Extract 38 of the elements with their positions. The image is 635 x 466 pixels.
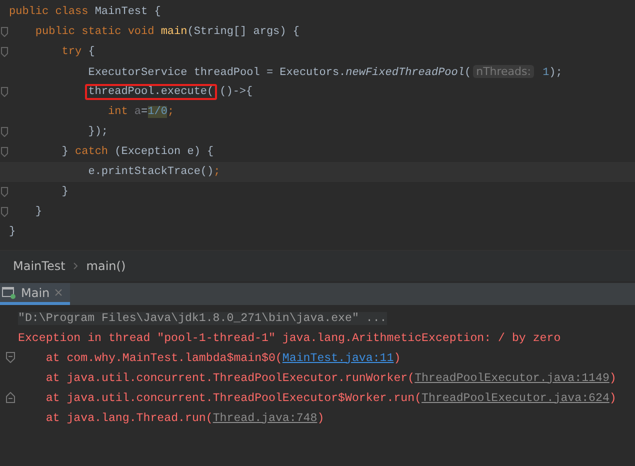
code-line: threadPool.execute( ()->{ xyxy=(9,86,253,98)
fold-marker-icon[interactable] xyxy=(1,127,8,137)
source-link[interactable]: Thread.java:748 xyxy=(212,412,318,424)
source-link[interactable]: ThreadPoolExecutor.java:624 xyxy=(422,392,610,404)
code-line: public class MainTest { xyxy=(9,6,161,18)
fold-marker-icon[interactable] xyxy=(1,207,8,217)
fold-marker-icon[interactable] xyxy=(1,87,8,97)
code-line: } xyxy=(9,226,16,238)
close-icon[interactable] xyxy=(54,289,62,296)
code-line: e.printStackTrace(); xyxy=(87,166,220,178)
code-line: } xyxy=(60,186,68,198)
code-line: } xyxy=(34,206,42,218)
fold-marker-icon[interactable] xyxy=(1,27,8,37)
stack-trace-line: at com.why.MainTest.lambda$main$0(MainTest.java:11) xyxy=(44,352,401,364)
parameter-hint: nThreads: xyxy=(473,65,534,78)
code-line: public static void main(String[] args) { xyxy=(34,26,300,38)
run-tab[interactable]: Main xyxy=(0,283,70,305)
chevron-right-icon xyxy=(73,262,78,270)
console-window-icon xyxy=(2,286,16,299)
code-line: } catch (Exception e) { xyxy=(60,146,214,158)
fold-marker-icon[interactable] xyxy=(6,352,15,363)
breadcrumb-item[interactable]: MainTest xyxy=(13,259,66,273)
code-line: }); xyxy=(87,126,108,138)
fold-marker-icon[interactable] xyxy=(1,187,8,197)
code-line: int a=1/0; xyxy=(107,106,174,118)
source-link[interactable]: ThreadPoolExecutor.java:1149 xyxy=(414,372,610,384)
breadcrumb-item[interactable]: main() xyxy=(86,259,126,273)
fold-marker-icon[interactable] xyxy=(1,47,8,57)
stack-trace-line: at java.lang.Thread.run(Thread.java:748) xyxy=(44,412,324,424)
stack-trace-line: at java.util.concurrent.ThreadPoolExecutor$Worker.run(ThreadPoolExecutor.java:624) xyxy=(44,392,616,404)
source-link[interactable]: MainTest.java:11 xyxy=(282,352,394,364)
highlight-frame: threadPool.execute( xyxy=(85,84,217,100)
fold-marker-icon[interactable] xyxy=(1,147,8,157)
stack-trace-line: at java.util.concurrent.ThreadPoolExecutor.runWorker(ThreadPoolExecutor.java:1149) xyxy=(44,372,616,384)
error-message: Exception in thread "pool-1-thread-1" java.lang.ArithmeticException: / by zero xyxy=(18,332,561,344)
fold-marker-icon[interactable] xyxy=(6,392,15,403)
code-line: ExecutorService threadPool = Executors.newFixedThreadPool( nThreads: 1); xyxy=(87,65,562,79)
code-line: try { xyxy=(60,46,95,58)
